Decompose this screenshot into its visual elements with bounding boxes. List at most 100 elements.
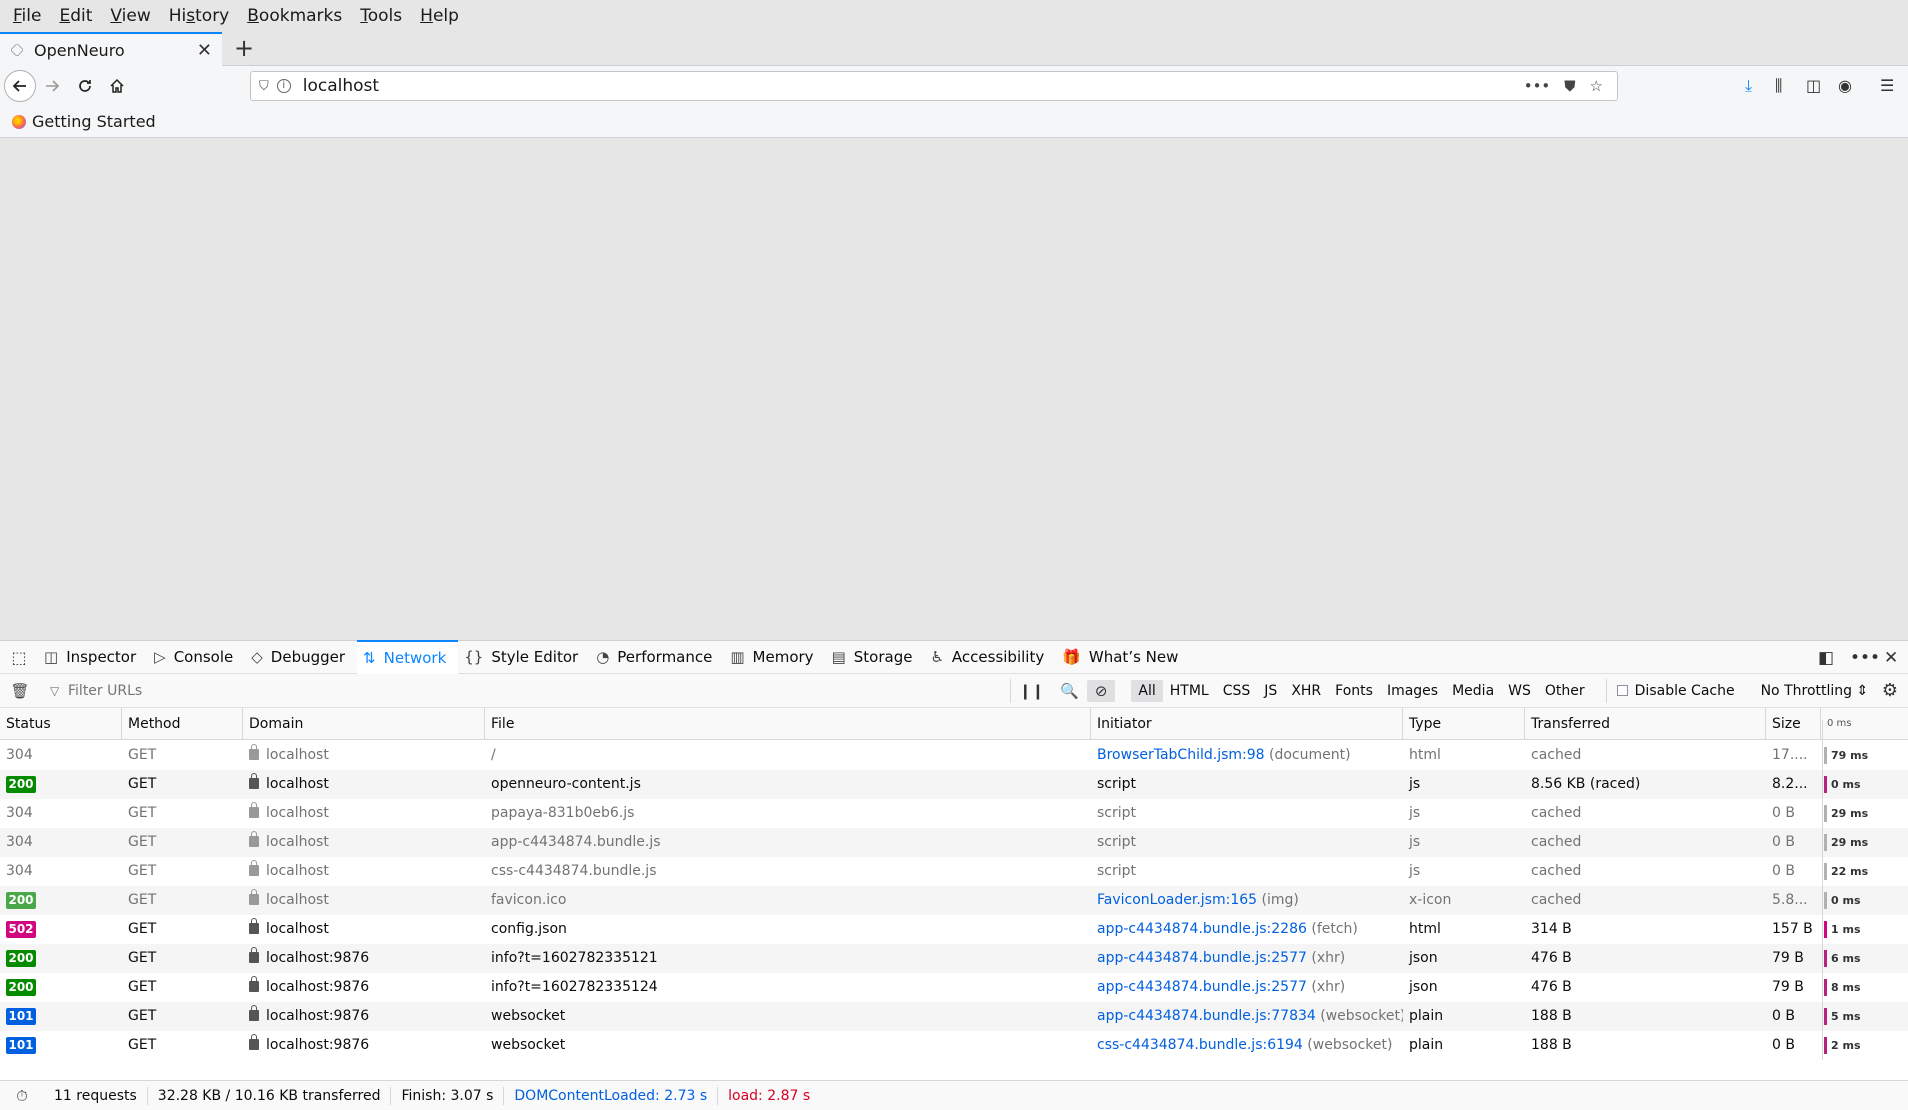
more-options-icon[interactable]: •••: [1850, 641, 1880, 675]
filter-urls-input[interactable]: [40, 678, 1010, 703]
menu-item-tools[interactable]: Tools: [351, 0, 411, 32]
waterfall-time: 2 ms: [1831, 1039, 1861, 1052]
cell-status: 200: [0, 886, 122, 915]
table-row[interactable]: 304 GET localhost css-c4434874.bundle.js scr…: [0, 857, 1908, 886]
devtools-tab-debugger[interactable]: ◇ Debugger: [245, 640, 357, 674]
search-icon[interactable]: 🔍: [1052, 682, 1087, 700]
col-domain[interactable]: Domain: [243, 708, 485, 740]
cell-domain: localhost: [243, 770, 485, 799]
lock-icon: [249, 1034, 259, 1050]
checkbox-box[interactable]: [1616, 685, 1628, 696]
col-initiator[interactable]: Initiator: [1091, 708, 1403, 740]
devtools-tab-console[interactable]: ▷ Console: [148, 640, 245, 674]
gear-icon[interactable]: ⚙: [1882, 680, 1898, 701]
account-icon[interactable]: ◉: [1838, 76, 1852, 95]
element-picker-icon[interactable]: ⬚: [0, 640, 38, 674]
page-actions-icon[interactable]: •••: [1524, 77, 1551, 95]
pause-icon[interactable]: ❙❙: [1010, 678, 1052, 703]
cell-domain: localhost:9876: [243, 944, 485, 973]
downloads-icon[interactable]: ⤓: [1745, 76, 1752, 96]
sidebar-icon[interactable]: ◫: [1806, 76, 1821, 95]
table-row[interactable]: 200 GET localhost favicon.ico FaviconLoader.…: [0, 886, 1908, 915]
waterfall-bar: [1824, 979, 1827, 996]
initiator-link[interactable]: FaviconLoader.jsm:165: [1097, 892, 1257, 908]
initiator-link[interactable]: app-c4434874.bundle.js:77834: [1097, 1008, 1316, 1024]
col-status[interactable]: Status: [0, 708, 122, 740]
forward-button[interactable]: [36, 70, 68, 102]
clear-requests-icon[interactable]: 🗑: [0, 682, 40, 700]
close-devtools-icon[interactable]: ✕: [1884, 641, 1898, 675]
menu-item-edit[interactable]: Edit: [50, 0, 101, 32]
back-button[interactable]: [4, 70, 36, 102]
reload-button[interactable]: [69, 70, 101, 102]
hamburger-menu-icon[interactable]: ☰: [1880, 76, 1894, 95]
menu-item-bookmarks[interactable]: Bookmarks: [238, 0, 351, 32]
url-text[interactable]: localhost: [303, 76, 1524, 96]
cell-status: 304: [0, 857, 122, 886]
dock-icon[interactable]: ◧: [1818, 641, 1834, 675]
table-row[interactable]: 101 GET localhost:9876 websocket css-c443487…: [0, 1031, 1908, 1060]
library-icon[interactable]: ⫼: [1775, 76, 1782, 96]
cell-size: 0 B: [1772, 834, 1795, 850]
menu-item-file[interactable]: File: [4, 0, 50, 32]
filter-type-ws[interactable]: WS: [1501, 680, 1538, 702]
new-tab-button[interactable]: +: [229, 32, 259, 66]
table-row[interactable]: 200 GET localhost:9876 info?t=1602782335124…: [0, 973, 1908, 1002]
cell-time: 6 ms: [1821, 944, 1908, 973]
col-type[interactable]: Type: [1403, 708, 1525, 740]
devtools-tab-performance[interactable]: ◔ Performance: [590, 640, 724, 674]
filter-type-fonts[interactable]: Fonts: [1328, 680, 1380, 702]
devtools-tab-memory[interactable]: ▥ Memory: [724, 640, 825, 674]
lock-icon: [249, 918, 259, 934]
initiator-link[interactable]: app-c4434874.bundle.js:2286: [1097, 921, 1307, 937]
bookmark-star-icon[interactable]: ☆: [1590, 77, 1603, 95]
menu-item-history[interactable]: History: [160, 0, 239, 32]
filter-type-images[interactable]: Images: [1380, 680, 1445, 702]
menu-item-help[interactable]: Help: [411, 0, 468, 32]
table-row[interactable]: 304 GET localhost papaya-831b0eb6.js script j…: [0, 799, 1908, 828]
close-tab-icon[interactable]: ✕: [197, 40, 212, 61]
initiator-link[interactable]: BrowserTabChild.jsm:98: [1097, 747, 1265, 763]
filter-type-media[interactable]: Media: [1445, 680, 1501, 702]
cell-status: 200: [0, 770, 122, 799]
table-row[interactable]: 502 GET localhost config.json app-c4434874.b…: [0, 915, 1908, 944]
filter-type-xhr[interactable]: XHR: [1284, 680, 1328, 702]
block-icon[interactable]: ⊘: [1086, 679, 1116, 702]
initiator-link[interactable]: app-c4434874.bundle.js:2577: [1097, 979, 1307, 995]
home-button[interactable]: [101, 70, 133, 102]
filter-type-html[interactable]: HTML: [1163, 680, 1216, 702]
menu-item-view[interactable]: View: [101, 0, 159, 32]
col-file[interactable]: File: [485, 708, 1091, 740]
initiator-link[interactable]: app-c4434874.bundle.js:2577: [1097, 950, 1307, 966]
devtools-tab-accessibility[interactable]: ♿ Accessibility: [924, 640, 1056, 674]
table-row[interactable]: 304 GET localhost app-c4434874.bundle.js scr…: [0, 828, 1908, 857]
table-row[interactable]: 200 GET localhost openneuro-content.js scrip…: [0, 770, 1908, 799]
filter-type-css[interactable]: CSS: [1216, 680, 1258, 702]
filter-type-js[interactable]: JS: [1257, 680, 1284, 702]
pocket-icon[interactable]: ⛊: [1564, 77, 1575, 95]
devtools-tab-storage[interactable]: ▤ Storage: [826, 640, 925, 674]
table-row[interactable]: 200 GET localhost:9876 info?t=1602782335121…: [0, 944, 1908, 973]
bookmark-getting-started[interactable]: Getting Started: [32, 112, 156, 131]
site-info-icon[interactable]: i: [276, 79, 291, 93]
disable-cache-checkbox[interactable]: Disable Cache: [1605, 678, 1735, 703]
table-row[interactable]: 101 GET localhost:9876 websocket app-c443487…: [0, 1002, 1908, 1031]
throttling-select[interactable]: No Throttling ⇕: [1761, 683, 1869, 699]
col-transferred[interactable]: Transferred: [1525, 708, 1766, 740]
filter-type-other[interactable]: Other: [1538, 680, 1592, 702]
devtools-tab-inspector[interactable]: ◫ Inspector: [38, 640, 148, 674]
devtools-tab-style-editor[interactable]: {} Style Editor: [458, 640, 590, 674]
tab-openneuro[interactable]: OpenNeuro ✕: [0, 32, 222, 66]
devtools-tab-what-s-new[interactable]: 🎁 What’s New: [1056, 640, 1190, 674]
devtools-tab-network[interactable]: ⇅ Network: [357, 640, 459, 674]
table-row[interactable]: 304 GET localhost / BrowserTabChild.jsm:98 (…: [0, 741, 1908, 770]
cell-transferred: cached: [1531, 747, 1582, 763]
tracking-shield-icon[interactable]: ⛉: [259, 79, 269, 94]
col-method[interactable]: Method: [122, 708, 243, 740]
col-waterfall[interactable]: 0 ms: [1821, 708, 1908, 740]
initiator-link[interactable]: css-c4434874.bundle.js:6194: [1097, 1037, 1303, 1053]
stopwatch-icon[interactable]: ⏱: [0, 1087, 44, 1105]
filter-type-all[interactable]: All: [1131, 679, 1163, 702]
col-size[interactable]: Size: [1766, 708, 1821, 740]
url-bar[interactable]: ⛉ i localhost ••• ⛊ ☆: [250, 71, 1618, 101]
